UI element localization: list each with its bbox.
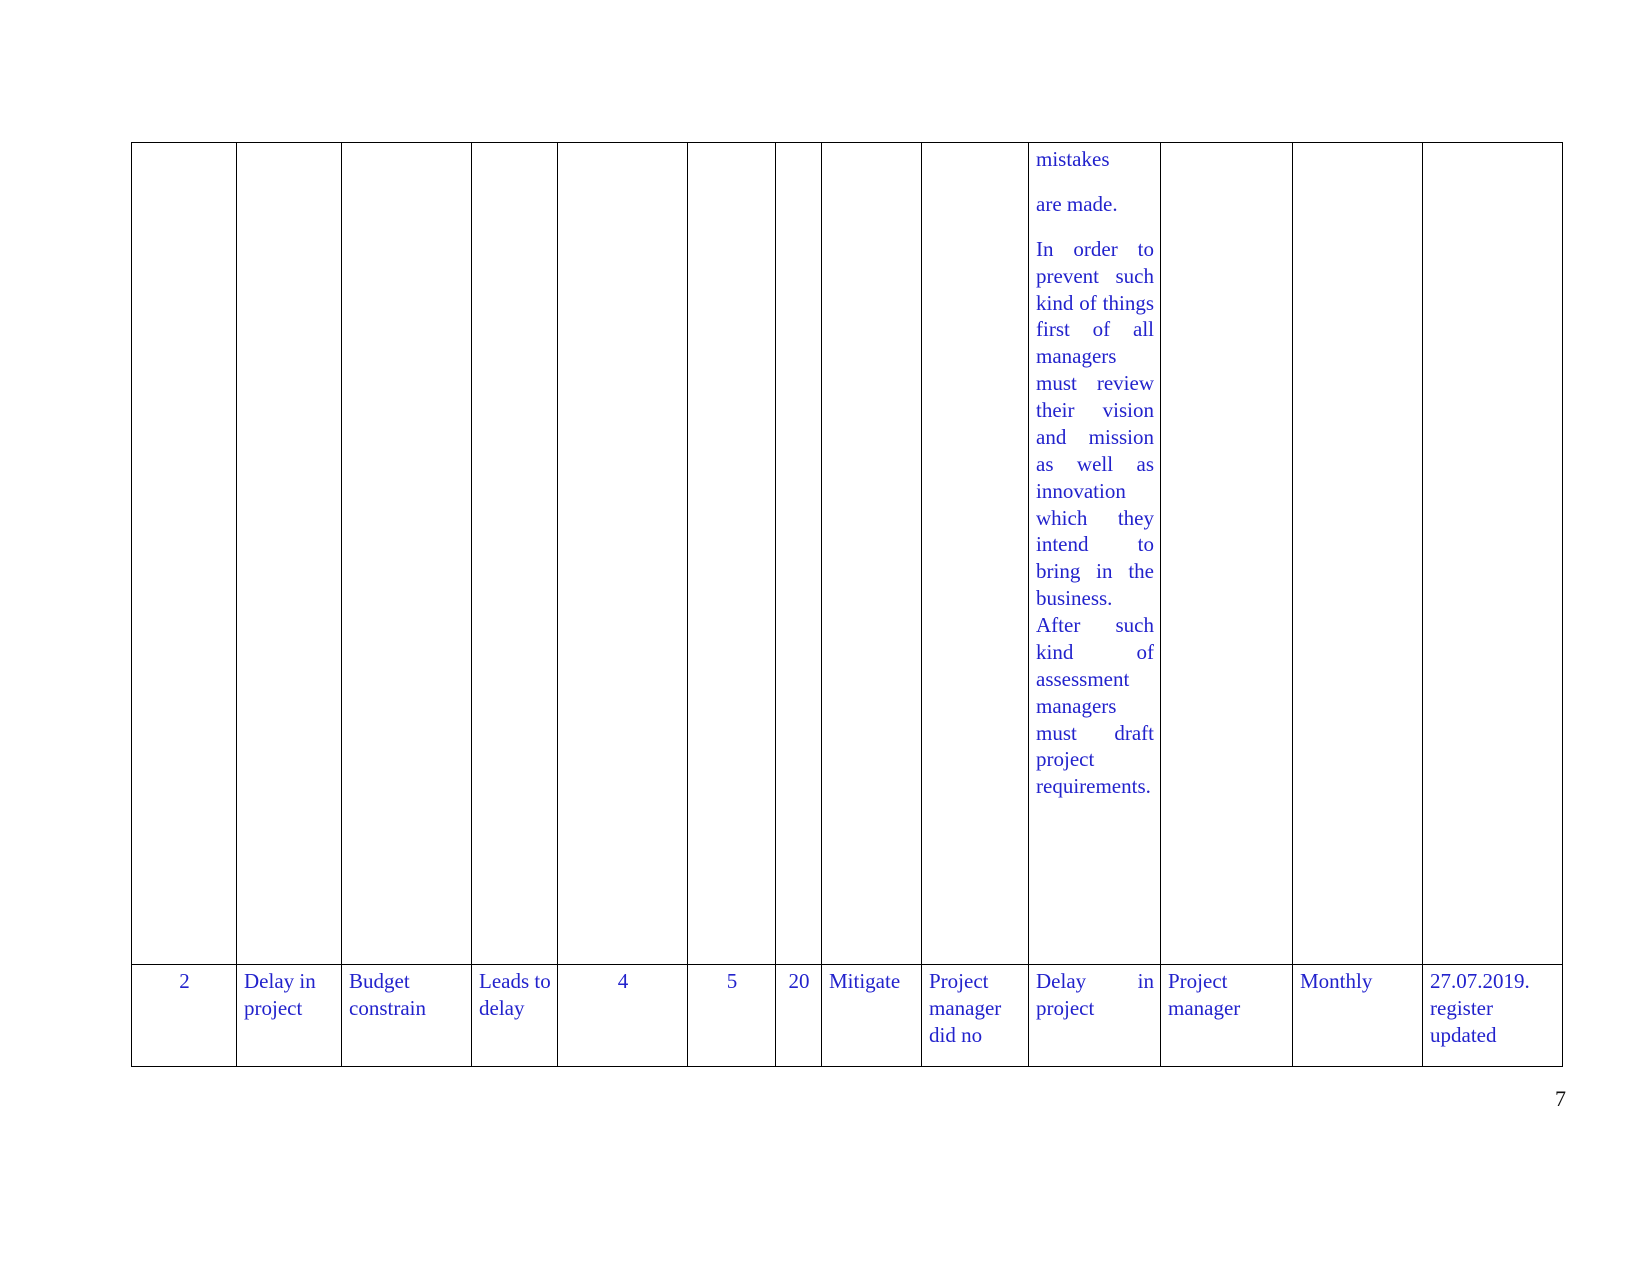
cell-continuation-probability — [557, 142, 688, 965]
cell-score: 20 — [775, 964, 822, 1067]
cell-owner: Project manager — [1160, 964, 1293, 1067]
cell-continuation-description: mistakes are made. In order to prevent s… — [1028, 142, 1161, 965]
cell-continuation-owner-action — [921, 142, 1029, 965]
cell-review: Monthly — [1292, 964, 1423, 1067]
cell-cause: Budget constrain — [341, 964, 472, 1067]
cell-description: Delay in project — [1028, 964, 1161, 1067]
cell-continuation-cause — [341, 142, 472, 965]
cell-response: Mitigate — [821, 964, 922, 1067]
cell-impact: 5 — [687, 964, 776, 1067]
cell-risk: Delay in project — [236, 964, 342, 1067]
continuation-para-3: In order to prevent such kind of things … — [1036, 236, 1154, 799]
cell-continuation-id — [131, 142, 237, 965]
table-row: 2 Delay in project Budget constrain Lead… — [131, 964, 1563, 1067]
cell-continuation-risk — [236, 142, 342, 965]
cell-continuation-score — [775, 142, 822, 965]
page-number: 7 — [1555, 1086, 1566, 1111]
cell-continuation-status-date — [1422, 142, 1563, 965]
cell-status-date: 27.07.2019. register updated — [1422, 964, 1563, 1067]
risk-register-table: mistakes are made. In order to prevent s… — [131, 142, 1563, 1067]
cell-owner-action: Project manager did no — [921, 964, 1029, 1067]
cell-continuation-impact — [687, 142, 776, 965]
cell-effect: Leads to delay — [471, 964, 558, 1067]
cell-probability: 4 — [557, 964, 688, 1067]
table-row-continuation: mistakes are made. In order to prevent s… — [131, 142, 1563, 965]
cell-continuation-effect — [471, 142, 558, 965]
continuation-para-1: mistakes — [1036, 147, 1110, 171]
cell-continuation-review — [1292, 142, 1423, 965]
document-page: mistakes are made. In order to prevent s… — [0, 0, 1651, 1275]
continuation-para-2: are made. — [1036, 191, 1118, 216]
cell-id: 2 — [131, 964, 237, 1067]
cell-continuation-owner — [1160, 142, 1293, 965]
cell-continuation-response — [821, 142, 922, 965]
